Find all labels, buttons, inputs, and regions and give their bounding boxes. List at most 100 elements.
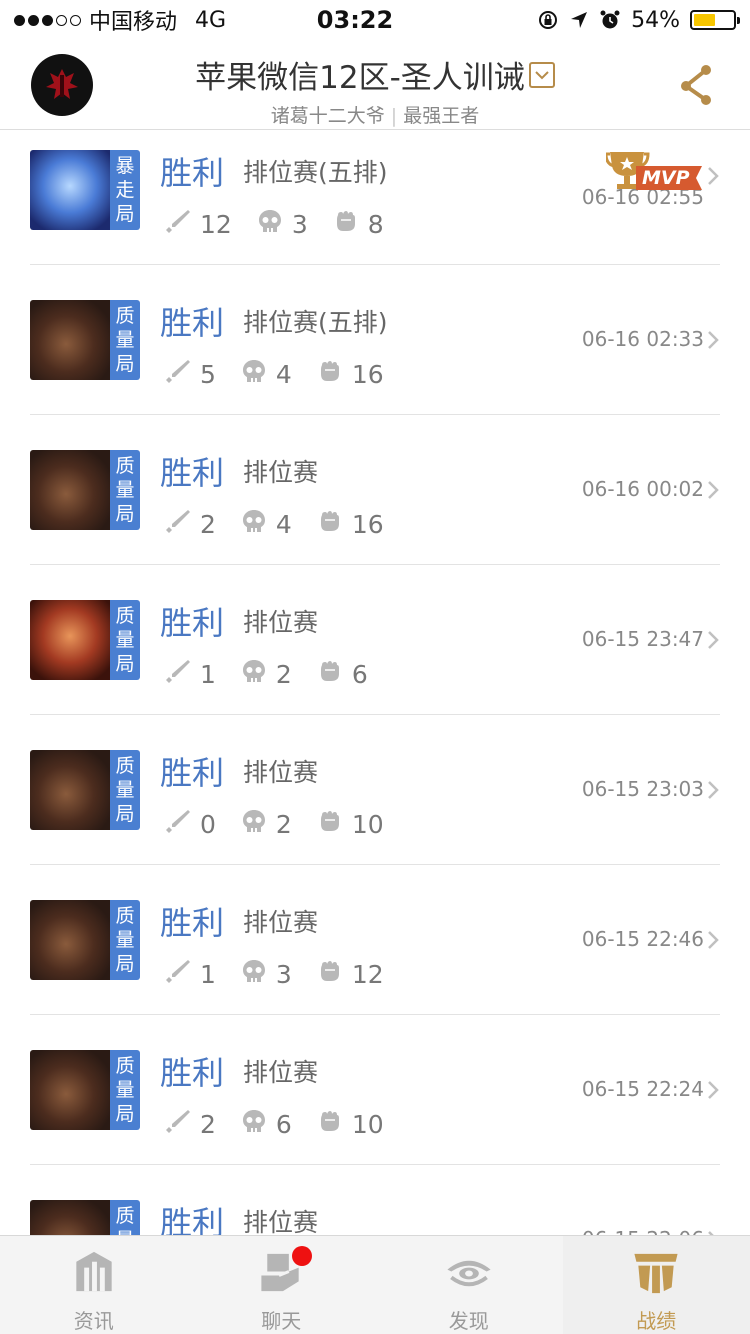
chevron-down-icon[interactable] (528, 61, 555, 88)
chevron-right-icon[interactable] (706, 629, 720, 651)
assists-value: 12 (351, 959, 384, 989)
kills-value: 0 (200, 809, 216, 839)
tab-record[interactable]: 战绩 (562, 1236, 750, 1334)
hero-avatar (30, 900, 110, 980)
match-row[interactable]: 质 量 局 胜利 排位赛(五排) 5 4 16 06-16 02:33 (0, 265, 750, 415)
hero-portrait: 质 量 局 (30, 1050, 140, 1130)
match-result: 胜利 (160, 304, 225, 342)
deaths-stat: 2 (240, 657, 292, 691)
hero-avatar (30, 150, 110, 230)
match-row[interactable]: 暴 走 局 胜利 排位赛(五排) 12 3 8 06-16 02:55 MVP (0, 131, 750, 265)
kills-stat: 12 (164, 207, 232, 241)
tab-chat[interactable]: 聊天 (188, 1236, 376, 1334)
kills-value: 12 (200, 209, 232, 239)
header-title-group[interactable]: 苹果微信12区-圣人训诫 诸葛十二大爷 | 最强王者 (160, 52, 590, 128)
match-row[interactable]: 质 量 局 胜利 排位赛 1 2 6 06-15 23:47 (0, 565, 750, 715)
sword-icon (164, 507, 192, 541)
assists-value: 8 (367, 209, 384, 239)
assists-value: 10 (351, 809, 384, 839)
news-icon (76, 1251, 112, 1292)
assists-value: 16 (351, 359, 384, 389)
eye-icon (447, 1260, 491, 1287)
tab-record-label: 战绩 (636, 1309, 677, 1333)
hero-avatar (30, 450, 110, 530)
fist-icon (316, 357, 344, 391)
fist-icon (332, 207, 360, 241)
hero-portrait: 质 量 局 (30, 900, 140, 980)
battery-level (694, 14, 715, 26)
record-icon (634, 1253, 678, 1294)
match-row[interactable]: 质 量 局 胜利 排位赛 2 4 16 06-16 00:02 (0, 415, 750, 565)
skull-icon (256, 207, 284, 241)
match-list[interactable]: 暴 走 局 胜利 排位赛(五排) 12 3 8 06-16 02:55 MVP (0, 131, 750, 1235)
mvp-badge: MVP (604, 148, 704, 194)
deaths-stat: 6 (240, 1107, 292, 1141)
assists-value: 16 (351, 509, 384, 539)
signal-strength-icon (14, 14, 81, 26)
kda-stats: 2 6 10 (164, 1107, 408, 1141)
match-tag: 质 量 局 (110, 900, 140, 980)
match-result: 胜利 (160, 154, 225, 192)
match-time: 06-15 23:03 (581, 777, 704, 801)
match-result: 胜利 (160, 1054, 225, 1092)
kda-stats: 12 3 8 (164, 207, 408, 241)
match-mode: 排位赛 (243, 758, 319, 787)
skull-icon (240, 507, 268, 541)
tab-news-label: 资讯 (73, 1309, 114, 1333)
match-mode: 排位赛 (243, 608, 319, 637)
match-time: 06-15 23:47 (581, 627, 704, 651)
match-tag: 质 量 局 (110, 300, 140, 380)
chevron-right-icon[interactable] (706, 165, 720, 187)
match-result: 胜利 (160, 904, 225, 942)
chevron-right-icon[interactable] (706, 479, 720, 501)
player-name: 诸葛十二大爷 (270, 105, 385, 127)
kda-stats: 5 4 16 (164, 357, 408, 391)
tab-news[interactable]: 资讯 (0, 1236, 188, 1334)
kills-value: 1 (200, 959, 216, 989)
match-tag-char: 局 (115, 203, 135, 225)
match-mode: 排位赛(五排) (243, 158, 388, 187)
match-time: 06-15 22:24 (581, 1077, 704, 1101)
player-info: 诸葛十二大爷 | 最强王者 (160, 101, 590, 128)
match-row[interactable]: 质 量 局 胜利 排位赛 1 3 12 06-15 22:46 (0, 865, 750, 1015)
clock: 03:22 (316, 6, 394, 34)
page-title: 苹果微信12区-圣人训诫 (195, 60, 525, 96)
match-row[interactable]: 质 量 局 胜利 排位赛 0 2 10 06-15 23:03 (0, 715, 750, 865)
match-tag-char: 质 (115, 455, 135, 477)
share-icon[interactable] (676, 62, 720, 106)
deaths-stat: 3 (256, 207, 308, 241)
hero-avatar (30, 1200, 110, 1235)
avatar[interactable] (31, 54, 93, 116)
kills-value: 2 (200, 509, 216, 539)
assists-stat: 12 (316, 957, 384, 991)
match-tag-char: 局 (115, 353, 135, 375)
assists-value: 6 (351, 659, 368, 689)
deaths-value: 4 (275, 509, 292, 539)
tab-discover-label: 发现 (448, 1309, 489, 1333)
kills-value: 1 (200, 659, 216, 689)
match-tag-char: 质 (115, 605, 135, 627)
match-mode: 排位赛 (243, 908, 319, 937)
match-row[interactable]: 质 量 局 胜利 排位赛 2 6 10 06-15 22:24 (0, 1015, 750, 1165)
status-bar: 中国移动 4G 03:22 54% (0, 0, 750, 40)
tab-discover[interactable]: 发现 (375, 1236, 563, 1334)
match-row[interactable]: 质 量 局 胜利 排位赛 06-15 22:06 (0, 1165, 750, 1235)
assists-stat: 8 (332, 207, 384, 241)
assists-stat: 10 (316, 1107, 384, 1141)
match-result: 胜利 (160, 1204, 225, 1235)
chevron-right-icon[interactable] (706, 929, 720, 951)
skull-icon (240, 1107, 268, 1141)
tab-chat-label: 聊天 (261, 1309, 302, 1333)
kills-stat: 0 (164, 807, 216, 841)
match-result: 胜利 (160, 604, 225, 642)
server-selector[interactable]: 苹果微信12区-圣人训诫 (195, 52, 555, 97)
sword-icon (164, 357, 192, 391)
chevron-right-icon[interactable] (706, 329, 720, 351)
chevron-right-icon[interactable] (706, 1079, 720, 1101)
match-tag-char: 局 (115, 503, 135, 525)
skull-icon (240, 357, 268, 391)
kills-value: 5 (200, 359, 216, 389)
deaths-value: 2 (275, 659, 292, 689)
assists-stat: 16 (316, 507, 384, 541)
chevron-right-icon[interactable] (706, 779, 720, 801)
